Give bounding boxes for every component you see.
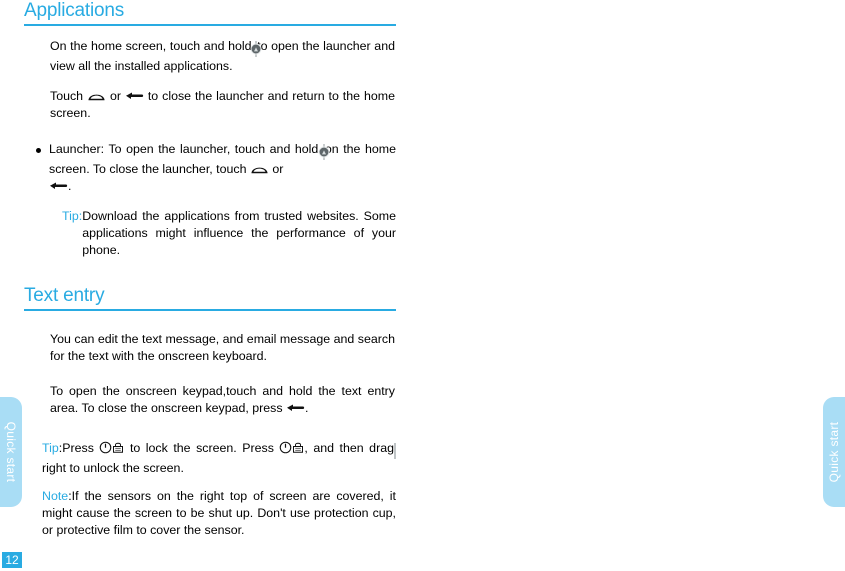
unlock-slider-icon: [393, 443, 396, 459]
power-icon: [100, 441, 112, 454]
paragraph-text-entry-2: To open the onscreen keypad,touch and ho…: [50, 383, 395, 417]
home-icon: [251, 167, 268, 174]
lock-icon: [293, 442, 304, 453]
bullet-launcher: Launcher: To open the launcher, touch an…: [36, 141, 396, 195]
side-tab-quick-start-right: Quick start: [823, 397, 845, 507]
page-number-left: 12: [2, 552, 22, 568]
back-icon: [125, 92, 144, 99]
paragraph-text: or: [109, 89, 121, 103]
side-tab-label: Quick start: [4, 421, 18, 483]
paragraph-text: To open the onscreen keypad,touch and ho…: [50, 384, 395, 415]
paragraph-text: On the home screen, touch and hold: [50, 39, 252, 53]
home-icon: [88, 94, 105, 101]
launcher-icon: [321, 144, 326, 160]
heading-rule: [24, 309, 396, 311]
manual-page-spread: Applications On the home screen, touch a…: [0, 0, 845, 571]
bullet-body: Launcher: To open the launcher, touch an…: [49, 141, 396, 195]
note-text-entry: Note:If the sensors on the right top of …: [42, 488, 396, 539]
tip-body: Download the applications from trusted w…: [82, 209, 396, 257]
bullet-text: or: [272, 162, 284, 176]
left-page: Applications On the home screen, touch a…: [0, 0, 420, 571]
paragraph-text: .: [305, 401, 309, 415]
bullet-text: .: [68, 179, 72, 193]
tip-label: Tip:: [62, 208, 82, 259]
note-label-text: Note: [42, 489, 69, 503]
heading-rule: [24, 24, 396, 26]
back-icon: [287, 404, 305, 411]
tip-text: , and then drag: [304, 441, 394, 455]
side-tab-label: Quick start: [827, 421, 841, 483]
tip-label-text: Tip: [42, 441, 59, 455]
heading-text: Text entry: [24, 285, 105, 306]
section-heading-text-entry: Text entry: [24, 285, 396, 311]
power-icon: [280, 441, 292, 454]
paragraph-applications-1: On the home screen, touch and hold to op…: [50, 38, 395, 75]
back-icon: [50, 182, 68, 189]
lock-icon: [113, 442, 124, 453]
paragraph-text: Touch: [50, 89, 84, 103]
tip-text: right to unlock the screen.: [42, 461, 184, 475]
section-heading-applications: Applications: [24, 0, 396, 26]
tip-label-text: Tip: [62, 209, 79, 223]
bullet-dot-icon: [36, 148, 41, 153]
paragraph-applications-2: Touch or to close the launcher and retur…: [50, 88, 395, 122]
bullet-text: Launcher: To open the launcher, touch an…: [49, 142, 319, 156]
note-body: If the sensors on the right top of scree…: [42, 489, 396, 537]
right-page: , Next 5 6 #@: [420, 0, 845, 571]
tip-text: to lock the screen. Press: [129, 441, 274, 455]
tip-text: Press: [62, 441, 94, 455]
side-tab-quick-start-left: Quick start: [0, 397, 22, 507]
launcher-icon: [254, 41, 259, 57]
tip-text-entry: Tip:Press to lock the screen. Press , an…: [42, 440, 396, 477]
paragraph-text-entry-1: You can edit the text message, and email…: [50, 332, 395, 363]
tip-applications: Tip: Download the applications from trus…: [62, 208, 396, 259]
heading-text: Applications: [24, 0, 125, 21]
